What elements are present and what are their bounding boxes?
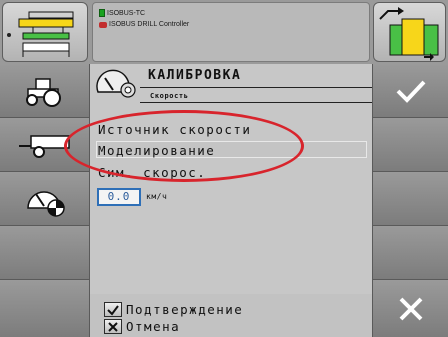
confirm-button[interactable] [372,64,448,118]
empty-softkey-right-4[interactable] [372,226,448,280]
page-title: КАЛИБРОВКА [148,68,242,83]
implement-layout-button[interactable] [2,2,88,62]
left-softkey-column [0,64,90,337]
screen: ISOBUS-TC ISOBUS DRILL Controller КАЛИБР… [0,0,448,337]
check-icon [104,302,122,317]
app-info: ISOBUS-TC ISOBUS DRILL Controller [92,2,370,62]
sim-speed-unit: км/ч [146,192,168,201]
top-bar: ISOBUS-TC ISOBUS DRILL Controller [0,0,448,64]
empty-softkey-right-3[interactable] [372,172,448,226]
empty-softkey-right-2[interactable] [372,118,448,172]
panel-footer: Подтверждение Отмена [90,294,372,337]
controller-name: ISOBUS DRILL Controller [109,21,190,28]
page-subtitle: Скорость [150,92,189,100]
tractor-small-icon [99,21,107,28]
speedometer-icon [96,69,136,98]
right-softkey-column [372,64,448,337]
title-divider [140,87,372,88]
panel-header: КАЛИБРОВКА Скорость [90,64,372,120]
calibration-panel: КАЛИБРОВКА Скорость Источник скорости Мо… [90,64,372,337]
implement-layout-icon [7,11,74,57]
confirm-label: Подтверждение [126,302,244,317]
cancel-button[interactable] [372,280,448,337]
cross-icon [104,319,122,334]
cancel-option[interactable]: Отмена [104,319,180,334]
confirm-option[interactable]: Подтверждение [104,302,243,317]
checkmark-icon [396,80,425,103]
speedometer-settings-icon [26,190,65,217]
document-icon [99,9,105,17]
section-switch-icon [379,7,439,61]
section-switch-button[interactable] [373,2,446,62]
subtitle-divider [140,102,372,103]
tractor-icon [25,77,61,107]
close-icon [399,297,422,320]
tractor-button[interactable] [0,64,90,118]
empty-softkey-left-4[interactable] [0,226,90,280]
cancel-label: Отмена [126,319,181,334]
sim-speed-input[interactable]: 0.0 [97,188,141,206]
speed-settings-button[interactable] [0,172,90,226]
highlight-annotation [64,110,304,182]
app-title: ISOBUS-TC [107,9,146,17]
empty-softkey-left-5[interactable] [0,280,90,337]
